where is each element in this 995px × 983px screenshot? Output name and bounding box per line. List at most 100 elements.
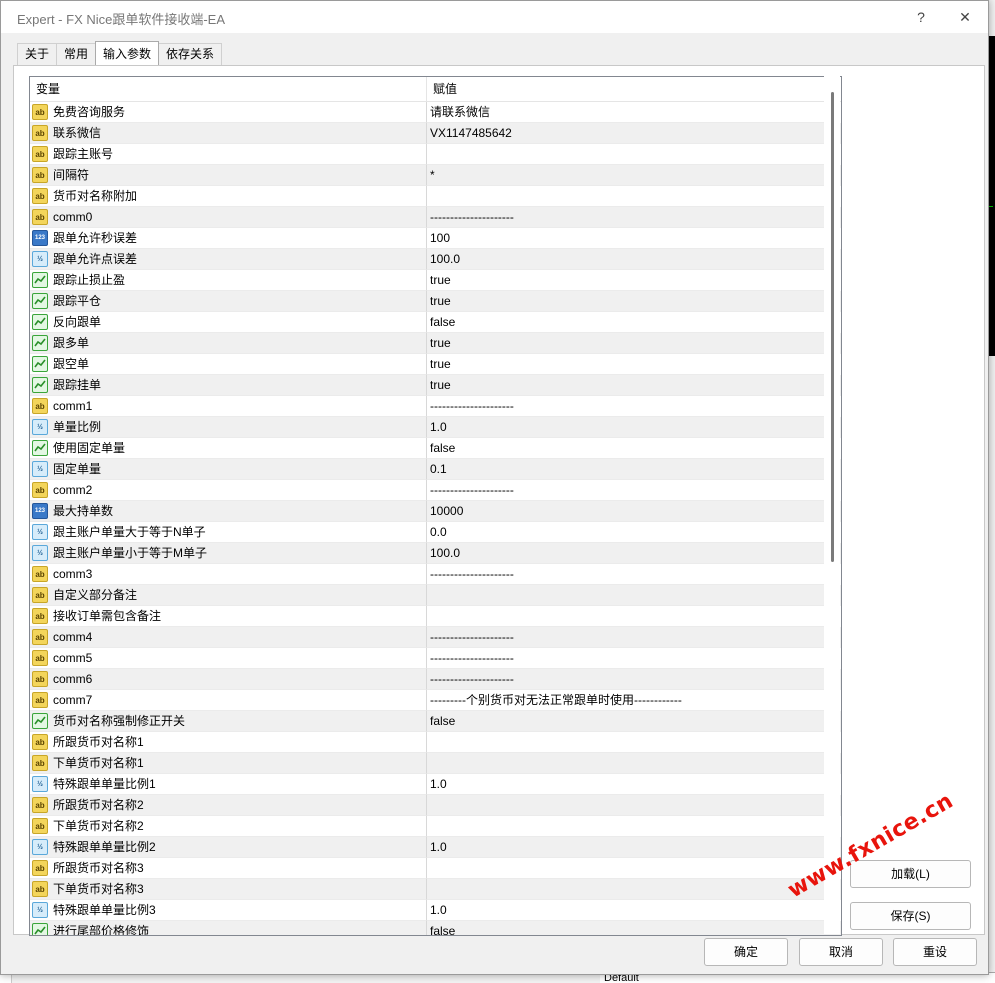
value-cell[interactable]: --------------------- [427,648,825,669]
value-cell[interactable]: --------------------- [427,669,825,690]
variable-cell[interactable]: ab comm0 [30,207,427,228]
table-row[interactable]: ab 下单货币对名称2 [30,816,841,837]
column-header-value[interactable]: 赋值 [427,77,825,102]
table-row[interactable]: ½ 跟主账户单量大于等于N单子 0.0 [30,522,841,543]
table-row[interactable]: ab 间隔符 * [30,165,841,186]
help-button[interactable]: ? [905,5,937,29]
variable-cell[interactable]: ab 免费咨询服务 [30,102,427,123]
tab-common[interactable]: 常用 [56,43,97,65]
table-row[interactable]: 跟踪挂单 true [30,375,841,396]
table-row[interactable]: ab comm4 --------------------- [30,627,841,648]
variable-cell[interactable]: 123 跟单允许秒误差 [30,228,427,249]
tab-inputs[interactable]: 输入参数 [95,41,160,65]
save-button[interactable]: 保存(S) [850,902,971,930]
table-row[interactable]: ab comm0 --------------------- [30,207,841,228]
table-row[interactable]: ab comm7 ---------个别货币对无法正常跟单时使用----------… [30,690,841,711]
value-cell[interactable]: true [427,291,825,312]
table-row[interactable]: 跟多单 true [30,333,841,354]
table-row[interactable]: ½ 跟主账户单量小于等于M单子 100.0 [30,543,841,564]
value-cell[interactable]: false [427,921,825,935]
variable-cell[interactable]: ab comm4 [30,627,427,648]
variable-cell[interactable]: ab 下单货币对名称2 [30,816,427,837]
cancel-button[interactable]: 取消 [799,938,883,966]
table-row[interactable]: 反向跟单 false [30,312,841,333]
value-cell[interactable]: * [427,165,825,186]
variable-cell[interactable]: ab 所跟货币对名称3 [30,858,427,879]
table-row[interactable]: ab 免费咨询服务 请联系微信 [30,102,841,123]
variable-cell[interactable]: ab 接收订单需包含备注 [30,606,427,627]
variable-cell[interactable]: 进行尾部价格修饰 [30,921,427,935]
value-cell[interactable]: --------------------- [427,396,825,417]
variable-cell[interactable]: 跟踪挂单 [30,375,427,396]
table-row[interactable]: ab 所跟货币对名称2 [30,795,841,816]
value-cell[interactable]: 1.0 [427,774,825,795]
value-cell[interactable]: false [427,312,825,333]
value-cell[interactable]: 1.0 [427,900,825,921]
table-row[interactable]: 跟空单 true [30,354,841,375]
variable-cell[interactable]: ½ 特殊跟单单量比例3 [30,900,427,921]
table-row[interactable]: ab 货币对名称附加 [30,186,841,207]
variable-cell[interactable]: ab 货币对名称附加 [30,186,427,207]
close-button[interactable]: ✕ [949,5,981,29]
variable-cell[interactable]: ab comm1 [30,396,427,417]
table-row[interactable]: ab 所跟货币对名称1 [30,732,841,753]
variable-cell[interactable]: ab comm7 [30,690,427,711]
table-row[interactable]: ab comm6 --------------------- [30,669,841,690]
variable-cell[interactable]: ab 所跟货币对名称1 [30,732,427,753]
value-cell[interactable]: ---------个别货币对无法正常跟单时使用------------ [427,690,825,711]
table-row[interactable]: ab 接收订单需包含备注 [30,606,841,627]
value-cell[interactable]: true [427,375,825,396]
variable-cell[interactable]: ab 下单货币对名称3 [30,879,427,900]
value-cell[interactable] [427,585,825,606]
variable-cell[interactable]: ½ 固定单量 [30,459,427,480]
value-cell[interactable] [427,186,825,207]
variable-cell[interactable]: ab comm6 [30,669,427,690]
variable-cell[interactable]: 跟多单 [30,333,427,354]
table-row[interactable]: ½ 跟单允许点误差 100.0 [30,249,841,270]
value-cell[interactable]: true [427,354,825,375]
variable-cell[interactable]: ½ 特殊跟单单量比例2 [30,837,427,858]
value-cell[interactable]: 1.0 [427,837,825,858]
variable-cell[interactable]: 跟踪止损止盈 [30,270,427,291]
variable-cell[interactable]: ab comm5 [30,648,427,669]
variable-cell[interactable]: ab 跟踪主账号 [30,144,427,165]
value-cell[interactable]: 10000 [427,501,825,522]
table-row[interactable]: ab comm5 --------------------- [30,648,841,669]
reset-button[interactable]: 重设 [893,938,977,966]
tab-about[interactable]: 关于 [17,43,58,65]
ok-button[interactable]: 确定 [704,938,788,966]
variable-cell[interactable]: ½ 单量比例 [30,417,427,438]
value-cell[interactable]: false [427,438,825,459]
variable-cell[interactable]: ½ 跟单允许点误差 [30,249,427,270]
table-row[interactable]: ab 下单货币对名称3 [30,879,841,900]
table-row[interactable]: ab comm3 --------------------- [30,564,841,585]
load-button[interactable]: 加载(L) [850,860,971,888]
value-cell[interactable]: true [427,333,825,354]
value-cell[interactable]: 1.0 [427,417,825,438]
value-cell[interactable] [427,858,825,879]
table-row[interactable]: ½ 特殊跟单单量比例3 1.0 [30,900,841,921]
value-cell[interactable]: --------------------- [427,480,825,501]
grid-scrollbar[interactable] [824,76,840,934]
table-row[interactable]: ab 所跟货币对名称3 [30,858,841,879]
variable-cell[interactable]: 货币对名称强制修正开关 [30,711,427,732]
variable-cell[interactable]: 123 最大持单数 [30,501,427,522]
table-row[interactable]: 货币对名称强制修正开关 false [30,711,841,732]
variable-cell[interactable]: ab 下单货币对名称1 [30,753,427,774]
table-row[interactable]: ab 自定义部分备注 [30,585,841,606]
value-cell[interactable]: VX1147485642 [427,123,825,144]
value-cell[interactable] [427,795,825,816]
variable-cell[interactable]: ½ 特殊跟单单量比例1 [30,774,427,795]
value-cell[interactable] [427,753,825,774]
scrollbar-thumb[interactable] [831,92,834,562]
value-cell[interactable] [427,816,825,837]
table-row[interactable]: 使用固定单量 false [30,438,841,459]
value-cell[interactable] [427,606,825,627]
value-cell[interactable]: 0.1 [427,459,825,480]
table-row[interactable]: ab comm1 --------------------- [30,396,841,417]
variable-cell[interactable]: ½ 跟主账户单量小于等于M单子 [30,543,427,564]
table-row[interactable]: 跟踪止损止盈 true [30,270,841,291]
value-cell[interactable] [427,144,825,165]
variable-cell[interactable]: ab comm3 [30,564,427,585]
value-cell[interactable]: 100.0 [427,543,825,564]
